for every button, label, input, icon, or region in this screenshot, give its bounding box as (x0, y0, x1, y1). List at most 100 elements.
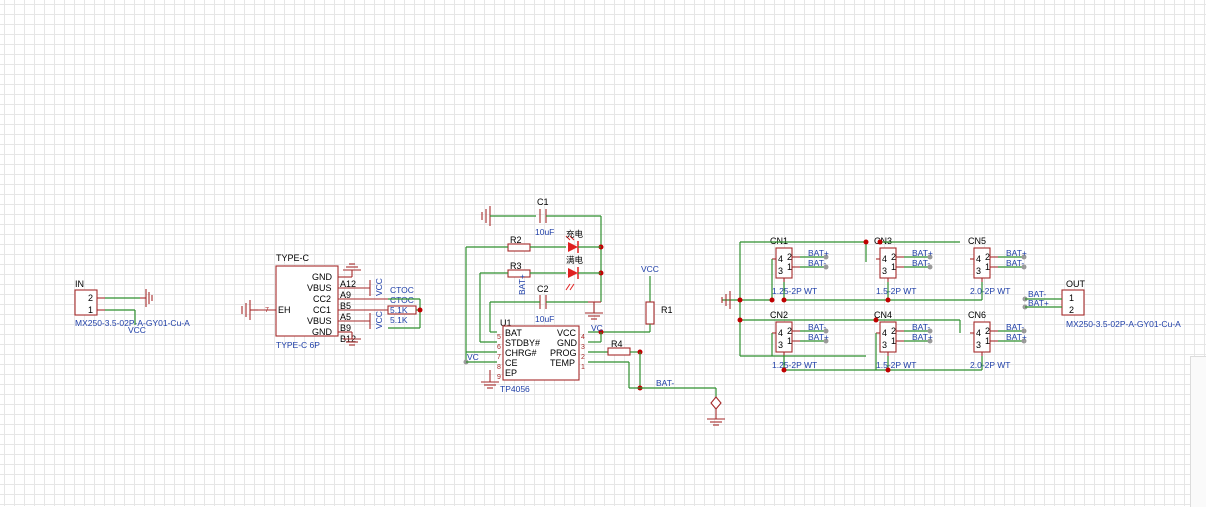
battery-pin-num: 2 (985, 252, 990, 262)
c2-value: 10uF (535, 314, 554, 324)
tp4056-lpin-name-0: BAT (505, 328, 522, 338)
connector-in[interactable]: IN 2 1 MX250-3.5-02P-A-GY01-Cu-A VCC (74, 279, 190, 335)
type-c-value: TYPE-C 6P (276, 340, 320, 350)
battery-connector-cn2[interactable]: CN2 4 321 BAT-BAT+ 1.25-2P WT (770, 310, 829, 370)
battery-connector-cn3[interactable]: CN3 4 321 BAT+BAT- 1.5-2P WT (874, 236, 933, 296)
tp4056-lpin-num-4: 9 (497, 374, 501, 381)
resistor-r4[interactable]: R4 (607, 339, 631, 356)
c2-ref: C2 (537, 284, 549, 294)
connector-in-ref: IN (75, 279, 84, 289)
type-c-pin-name-0: GND (312, 272, 333, 282)
battery-pin-num: 2 (787, 326, 792, 336)
ground-symbol-c2 (585, 301, 603, 320)
type-c-connector[interactable]: TYPE-C EH 7 GND VBUS CC2 CC1 VBUS GND A1… (258, 253, 356, 350)
battery-pin-num: 4 (778, 328, 783, 338)
battery-net-label: BAT- (912, 258, 930, 268)
battery-net-label: BAT+ (1006, 332, 1027, 342)
ground-symbol-c1 (481, 206, 491, 226)
schematic-canvas[interactable]: IN 2 1 MX250-3.5-02P-A-GY01-Cu-A VCC TYP… (0, 0, 1206, 507)
type-c-pin-name-4: VBUS (307, 316, 332, 326)
battery-pin-num: 3 (778, 266, 783, 276)
battery-net-label: BAT- (808, 258, 826, 268)
connector-out-part: MX250-3.5-02P-A-GY01-Cu-A (1066, 319, 1181, 329)
battery-connector-cn6[interactable]: CN6 4 321 BAT-BAT+ 2.0-2P WT (968, 310, 1027, 370)
battery-connector-value: 1.5-2P WT (876, 360, 916, 370)
tp4056-lpin-num-0: 5 (497, 334, 501, 341)
tp4056-rpin-name-3: TEMP (550, 358, 575, 368)
battery-connector-cn1[interactable]: CN1 4 321 BAT+BAT- 1.25-2P WT (770, 236, 829, 296)
battery-net-label: BAT+ (808, 248, 829, 258)
type-c-pin-name-2: CC2 (313, 294, 331, 304)
type-c-ctoc-label-2: CTOC (390, 295, 414, 305)
led-charging[interactable]: 充电 (565, 229, 584, 253)
tp4056-chip[interactable]: U1 BAT STDBY# CHRG# CE EP VCC GND PROG T… (497, 318, 585, 394)
battery-pin-num: 1 (891, 262, 896, 272)
battery-connector-cn4[interactable]: CN44321BAT-BAT+1.5-2P WT (874, 310, 933, 370)
type-c-ref: TYPE-C (276, 253, 310, 263)
battery-ref: CN2 (770, 310, 788, 320)
battery-net-label: BAT- (912, 322, 930, 332)
side-panel-edge[interactable] (1190, 356, 1206, 507)
battery-connector-value: 1.25-2P WT (772, 286, 817, 296)
battery-pin-num: 3 (882, 266, 887, 276)
battery-net-label: BAT- (1006, 258, 1024, 268)
tp4056-rpin-name-2: PROG (550, 348, 577, 358)
battery-pin-num: 3 (778, 340, 783, 350)
net-vcc-r1: VCC (641, 264, 659, 274)
tp4056-rpin-num-3: 1 (581, 364, 585, 371)
type-c-vcc-label-1: VCC (374, 278, 384, 296)
capacitor-c2[interactable]: C2 10uF (535, 284, 554, 324)
capacitor-c1[interactable]: C1 10uF (535, 197, 554, 237)
type-c-vcc-label-2: VCC (374, 311, 384, 329)
type-c-res-value-2: 5.1K (390, 315, 408, 325)
tp4056-lpin-name-3: CE (505, 358, 518, 368)
resistor-r2[interactable]: R2 (507, 235, 531, 252)
battery-pin-num: 4 (976, 254, 981, 264)
connector-out-pin1: 1 (1069, 293, 1074, 303)
c1-value: 10uF (535, 227, 554, 237)
battery-pin-num: 1 (787, 262, 792, 272)
battery-pin-num: 1 (985, 262, 990, 272)
type-c-res-value-1: 5.1K (390, 305, 408, 315)
battery-connector-array: CN14321BAT+BAT-1.25-2P WTCN34321BAT+BAT-… (721, 236, 1027, 373)
battery-pin-num: 2 (787, 252, 792, 262)
battery-ref: CN5 (968, 236, 986, 246)
type-c-pin-name-1: VBUS (307, 283, 332, 293)
battery-pin-num: 1 (891, 336, 896, 346)
battery-connector-cn5[interactable]: CN5 4 321 BAT+BAT- 2.0-2P WT (968, 236, 1027, 296)
led-charging-label: 充电 (566, 229, 584, 239)
resistor-r1[interactable]: R1 (645, 301, 673, 325)
battery-pin-num: 2 (985, 326, 990, 336)
battery-pin-num: 4 (882, 254, 887, 264)
tp4056-lpin-name-4: EP (505, 368, 517, 378)
battery-pin-num: 3 (882, 340, 887, 350)
battery-pin-num: 3 (976, 266, 981, 276)
connector-in-pin1: 1 (88, 305, 93, 315)
battery-ref: CN3 (874, 236, 892, 246)
battery-net-label: BAT+ (912, 248, 933, 258)
connector-out-pin2: 2 (1069, 305, 1074, 315)
c1-ref: C1 (537, 197, 549, 207)
tp4056-rpin-num-1: 3 (581, 344, 585, 351)
battery-net-label: BAT+ (1006, 248, 1027, 258)
connector-out[interactable]: OUT 1 2 MX250-3.5-02P-A-GY01-Cu-A (1061, 279, 1181, 329)
connector-out-ref: OUT (1066, 279, 1086, 289)
battery-pin-num: 2 (891, 326, 896, 336)
net-vc-left: VC (467, 352, 479, 362)
battery-connector-value: 2.0-2P WT (970, 360, 1010, 370)
type-c-pin-name-5: GND (312, 327, 333, 337)
net-bat-minus-tp: BAT- (656, 378, 674, 388)
tp4056-lpin-num-3: 8 (497, 364, 501, 371)
battery-net-label: BAT+ (808, 332, 829, 342)
tp4056-lpin-name-1: STDBY# (505, 338, 540, 348)
battery-connector-value: 2.0-2P WT (970, 286, 1010, 296)
tp4056-lpin-num-2: 7 (497, 354, 501, 361)
tp4056-value: TP4056 (500, 384, 530, 394)
type-c-pin-name-3: CC1 (313, 305, 331, 315)
battery-net-label: BAT+ (912, 332, 933, 342)
type-c-eh-pin: 7 (265, 307, 269, 314)
battery-pin-num: 4 (882, 328, 887, 338)
ground-symbol-typec-left (241, 300, 258, 320)
battery-pin-num: 4 (778, 254, 783, 264)
tp4056-rpin-num-2: 2 (581, 354, 585, 361)
